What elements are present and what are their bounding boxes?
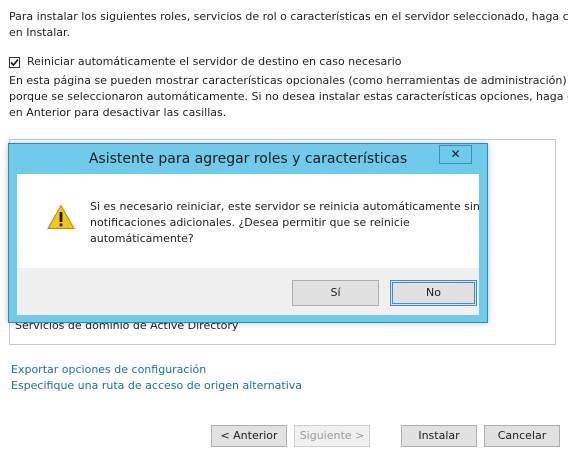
restart-checkbox[interactable]	[9, 56, 20, 68]
optional-info-line-3: en Anterior para desactivar las casillas…	[9, 106, 227, 119]
intro-line-1: Para instalar los siguientes roles, serv…	[9, 10, 568, 23]
close-icon: ✕	[450, 147, 461, 161]
restart-checkbox-label[interactable]: Reiniciar automáticamente el servidor de…	[27, 54, 402, 70]
optional-info-line-2: porque se seleccionaron automáticamente.…	[9, 90, 568, 103]
dialog-body: Si es necesario reiniciar, este servidor…	[17, 174, 480, 268]
warning-icon	[47, 204, 75, 229]
cancel-button[interactable]: Cancelar	[484, 425, 560, 447]
dialog-close-button[interactable]: ✕	[439, 145, 472, 164]
previous-button[interactable]: < Anterior	[211, 425, 287, 447]
next-button[interactable]: Siguiente >	[294, 425, 370, 447]
dialog-title: Asistente para agregar roles y caracterí…	[88, 151, 408, 167]
dialog-message-line-2: notificaciones adicionales. ¿Desea permi…	[90, 216, 410, 229]
intro-line-2: en Instalar.	[9, 26, 71, 39]
restart-checkbox-row[interactable]: Reiniciar automáticamente el servidor de…	[9, 54, 402, 70]
dialog-message-line-3: automáticamente?	[90, 232, 194, 245]
checkmark-icon	[10, 58, 19, 66]
dialog-footer: Sí No	[17, 268, 479, 315]
no-button[interactable]: No	[390, 280, 477, 306]
intro-text: Para instalar los siguientes roles, serv…	[9, 9, 568, 41]
yes-button[interactable]: Sí	[292, 280, 379, 306]
export-config-link[interactable]: Exportar opciones de configuración	[11, 362, 206, 378]
alternate-source-link[interactable]: Especifique una ruta de acceso de origen…	[11, 378, 302, 394]
dialog-message-line-1: Si es necesario reiniciar, este servidor…	[90, 200, 480, 213]
optional-info-line-1: En esta página se pueden mostrar caracte…	[9, 74, 567, 87]
optional-info-text: En esta página se pueden mostrar caracte…	[9, 73, 568, 121]
dialog-message: Si es necesario reiniciar, este servidor…	[90, 199, 480, 247]
confirm-restart-dialog: Asistente para agregar roles y caracterí…	[8, 143, 488, 323]
install-button[interactable]: Instalar	[401, 425, 477, 447]
